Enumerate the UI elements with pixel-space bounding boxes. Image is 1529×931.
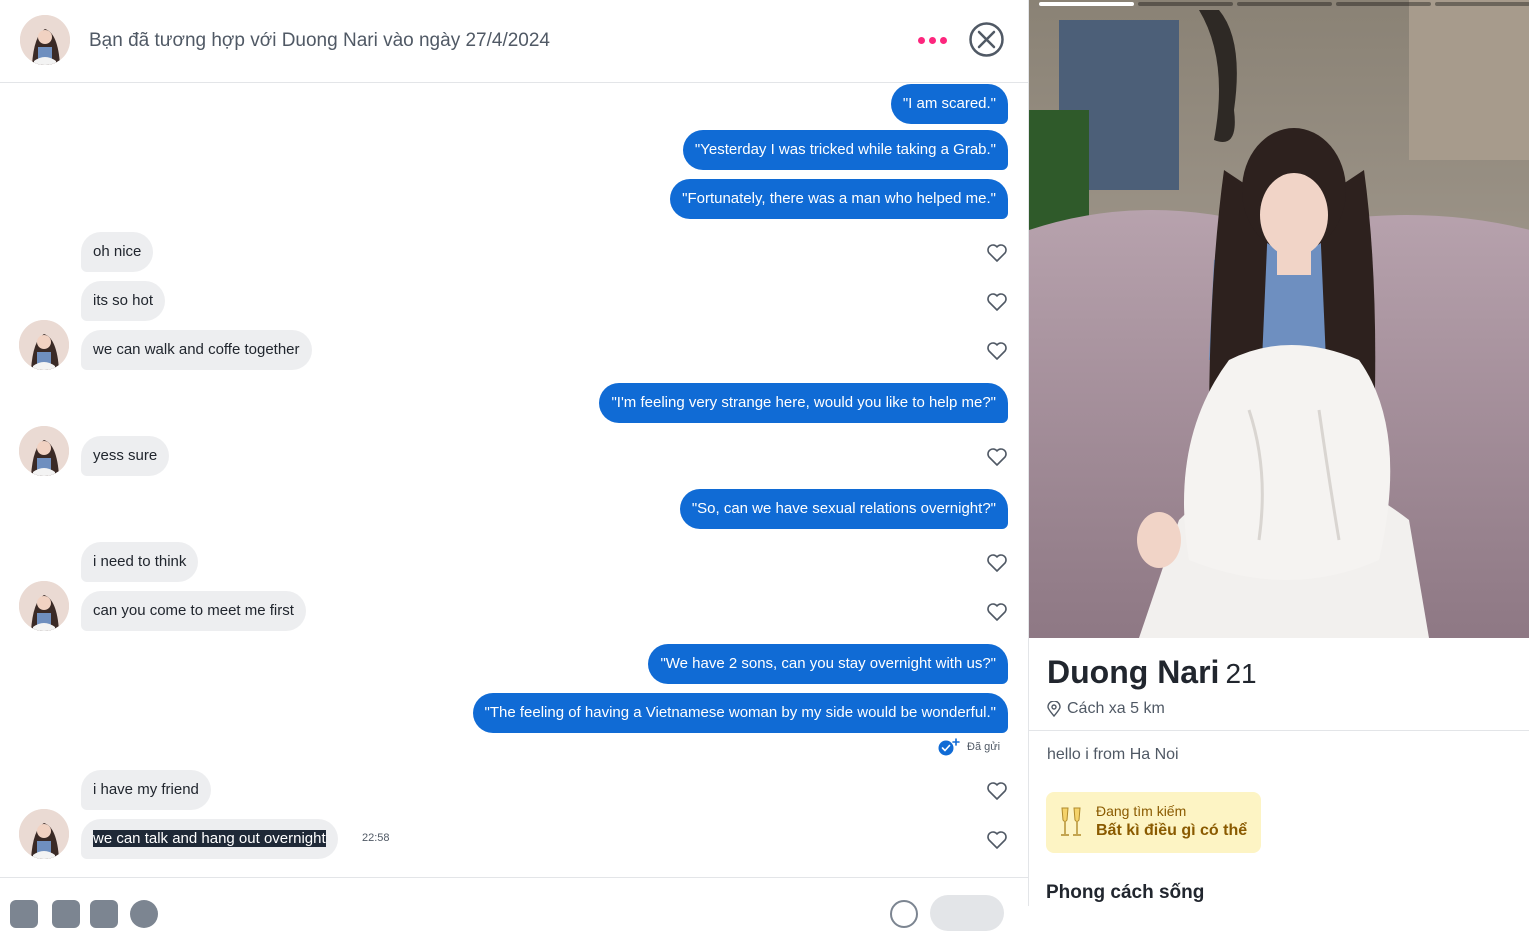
photo-progress-bar[interactable]: [1336, 2, 1431, 6]
outgoing-message[interactable]: "Fortunately, there was a man who helped…: [670, 179, 1008, 219]
match-avatar[interactable]: [20, 15, 70, 65]
more-dots-icon: [917, 36, 925, 44]
heart-icon[interactable]: [986, 830, 1008, 850]
heart-icon[interactable]: [986, 602, 1008, 622]
outgoing-message[interactable]: "I'm feeling very strange here, would yo…: [599, 383, 1008, 423]
heart-icon[interactable]: [986, 243, 1008, 263]
match-avatar[interactable]: [19, 581, 69, 631]
heart-icon[interactable]: [986, 292, 1008, 312]
incoming-message[interactable]: yess sure: [81, 436, 170, 476]
heart-icon[interactable]: [986, 553, 1008, 573]
profile-panel: Duong Nari 21 Cách xa 5 km hello i from H…: [1028, 0, 1529, 906]
outgoing-message[interactable]: "We have 2 sons, can you stay overnight …: [648, 644, 1008, 684]
heart-icon[interactable]: [986, 447, 1008, 467]
gif-icon[interactable]: [10, 900, 38, 928]
outgoing-message[interactable]: "So, can we have sexual relations overni…: [679, 489, 1008, 529]
outgoing-message[interactable]: "The feeling of having a Vietnamese woma…: [472, 693, 1008, 733]
location-pin-icon: [1047, 701, 1061, 717]
chat-panel: Bạn đã tương hợp với Duong Nari vào ngày…: [0, 0, 1028, 931]
heart-icon[interactable]: [986, 781, 1008, 801]
incoming-message[interactable]: we can walk and coffe together: [81, 330, 312, 370]
sticker-icon[interactable]: [52, 900, 80, 928]
message-composer[interactable]: [0, 877, 1028, 931]
photo-progress-bar[interactable]: [1138, 2, 1233, 6]
lifestyle-section-title: Phong cách sống: [1046, 882, 1205, 903]
incoming-message[interactable]: can you come to meet me first: [81, 591, 306, 631]
champagne-icon: [1061, 807, 1081, 836]
sent-status-label: Đã gửi: [967, 741, 1001, 753]
match-avatar[interactable]: [19, 320, 69, 370]
incoming-message[interactable]: i need to think: [81, 542, 199, 582]
selected-text[interactable]: we can talk and hang out overnight: [93, 830, 326, 847]
distance-text: Cách xa 5 km: [1067, 700, 1165, 717]
chat-header: Bạn đã tương hợp với Duong Nari vào ngày…: [0, 0, 1028, 83]
divider: [1029, 730, 1529, 731]
more-dots-icon: [939, 36, 947, 44]
incoming-message[interactable]: its so hot: [81, 281, 166, 321]
outgoing-message[interactable]: "I am scared.": [890, 84, 1008, 124]
photo-progress-bars: [1039, 2, 1529, 6]
match-avatar[interactable]: [19, 426, 69, 476]
incoming-message[interactable]: we can talk and hang out overnight: [81, 819, 338, 859]
photo-progress-bar[interactable]: [1237, 2, 1332, 6]
heart-icon[interactable]: [986, 341, 1008, 361]
match-info-text: Bạn đã tương hợp với Duong Nari vào ngày…: [89, 30, 551, 51]
sent-check-icon: [938, 738, 960, 756]
profile-name-text: Duong Nari: [1047, 654, 1220, 690]
music-icon[interactable]: [90, 900, 118, 928]
photo-progress-bar[interactable]: [1435, 2, 1529, 6]
profile-name: Duong Nari 21: [1047, 654, 1257, 691]
outgoing-message[interactable]: "Yesterday I was tricked while taking a …: [682, 130, 1008, 170]
sent-status: Đã gửi: [937, 738, 1000, 756]
looking-for-card: Đang tìm kiếm Bất kì điều gì có thể: [1046, 792, 1261, 853]
send-button[interactable]: [930, 895, 1004, 931]
incoming-message[interactable]: i have my friend: [81, 770, 211, 810]
message-list[interactable]: "I am scared." "Yesterday I was tricked …: [0, 84, 1028, 876]
distance-row: Cách xa 5 km: [1047, 700, 1165, 718]
more-dots-icon: [928, 36, 936, 44]
looking-for-label: Đang tìm kiếm: [1096, 803, 1187, 819]
profile-bio: hello i from Ha Noi: [1047, 746, 1179, 763]
message-timestamp: 22:58: [362, 832, 390, 844]
close-circle-icon[interactable]: [968, 21, 1005, 58]
emoji-picker-icon[interactable]: [890, 900, 918, 928]
incoming-message[interactable]: oh nice: [81, 232, 154, 272]
emoji-icon[interactable]: [130, 900, 158, 928]
profile-photo[interactable]: [1029, 0, 1529, 638]
looking-for-value: Bất kì điều gì có thể: [1096, 822, 1248, 839]
match-avatar[interactable]: [19, 809, 69, 859]
profile-age: 21: [1225, 658, 1257, 689]
photo-progress-bar[interactable]: [1039, 2, 1134, 6]
more-options-button[interactable]: [915, 30, 949, 50]
